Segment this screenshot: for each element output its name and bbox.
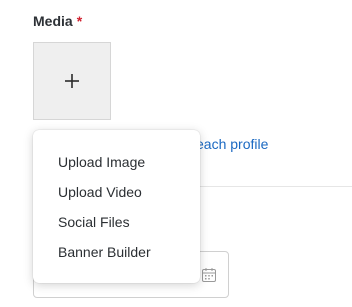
plus-icon	[65, 74, 79, 88]
menu-item-upload-image[interactable]: Upload Image	[33, 147, 200, 177]
section-divider	[200, 186, 352, 187]
profile-link[interactable]: each profile	[196, 136, 268, 152]
menu-item-social-files[interactable]: Social Files	[33, 207, 200, 237]
media-field-label: Media *	[33, 13, 82, 29]
add-media-button[interactable]	[33, 42, 111, 120]
media-dropdown-menu: Upload Image Upload Video Social Files B…	[33, 130, 200, 283]
menu-item-banner-builder[interactable]: Banner Builder	[33, 237, 200, 267]
menu-item-upload-video[interactable]: Upload Video	[33, 177, 200, 207]
calendar-icon	[202, 268, 216, 282]
media-label-text: Media	[33, 13, 73, 29]
required-asterisk: *	[76, 13, 83, 29]
